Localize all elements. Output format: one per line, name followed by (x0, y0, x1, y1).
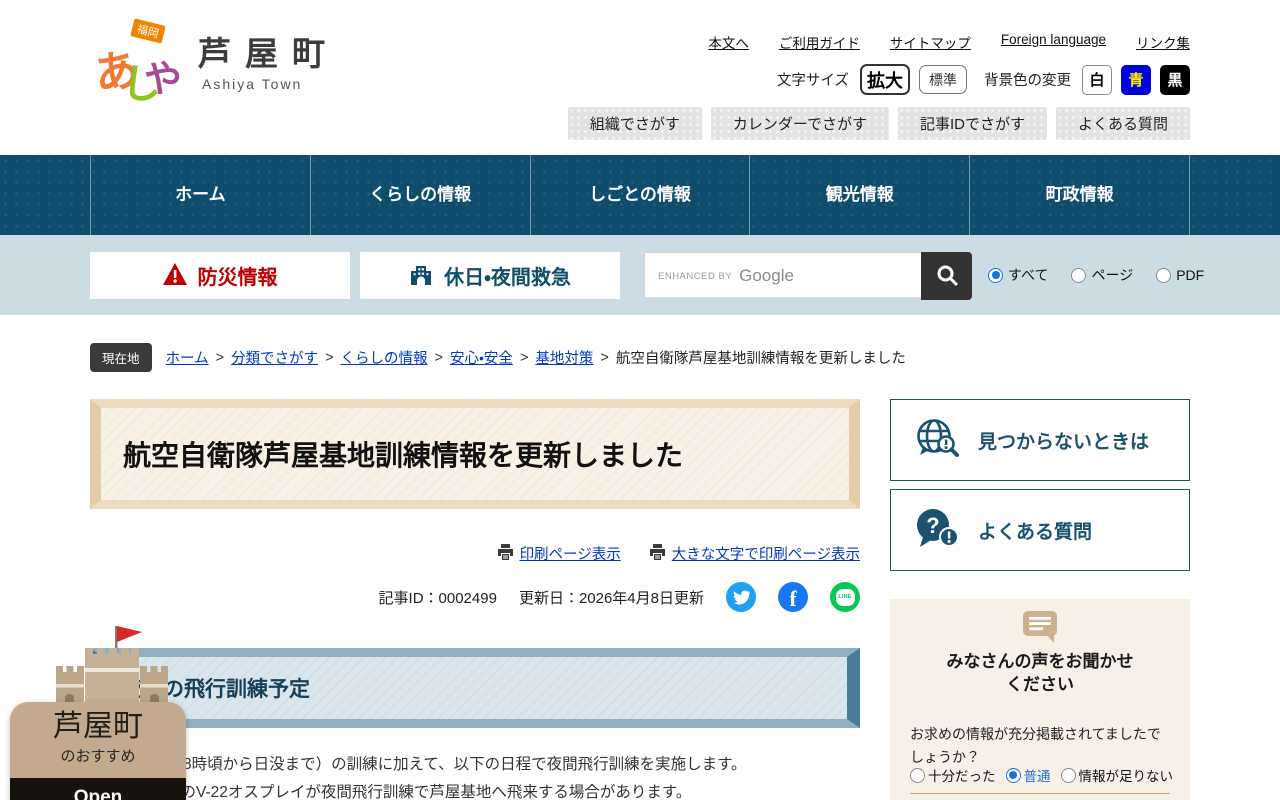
radio-all[interactable] (988, 267, 1003, 283)
scope-page[interactable]: ページ (1071, 265, 1133, 285)
survey-heading: みなさんの声をお聞かせください (946, 652, 1134, 694)
survey-divider (910, 793, 1170, 794)
search-by-org-button[interactable]: 組織でさがす (567, 107, 702, 140)
font-enlarge-button[interactable]: 拡大 (860, 64, 910, 95)
survey-options: 十分だった 普通 情報が足りない (910, 765, 1173, 785)
logo-pref-ribbon: 福岡 (130, 18, 166, 44)
faq-label: よくある質問 (978, 521, 1093, 543)
print-links: 印刷ページ表示 大きな文字で印刷ページ表示 (90, 543, 860, 564)
bg-blue-button[interactable]: 青 (1121, 64, 1151, 95)
recommend-box-label: 芦屋町 のおすすめ (10, 702, 186, 778)
search-by-calendar-button[interactable]: カレンダーでさがす (710, 107, 889, 140)
main-nav: ホーム くらしの情報 しごとの情報 観光情報 町政情報 (0, 155, 1280, 235)
survey-option-normal[interactable]: 普通 (1005, 765, 1051, 785)
bg-black-button[interactable]: 黒 (1160, 64, 1190, 95)
crumb-safety[interactable]: 安心・安全 (450, 347, 513, 368)
nav-item-government[interactable]: 町政情報 (970, 155, 1190, 235)
faq-button[interactable]: よくある質問 (1055, 107, 1190, 140)
facebook-share-icon[interactable]: f (778, 582, 808, 612)
article-meta: 記事ID：0002499 更新日：2026年4月8日更新 f LINE (90, 581, 860, 613)
twitter-share-icon[interactable] (726, 582, 756, 612)
radio-enough[interactable] (910, 767, 925, 783)
quick-search-buttons: 組織でさがす カレンダーでさがす 記事IDでさがす よくある質問 (567, 107, 1190, 140)
survey-option-insufficient[interactable]: 情報が足りない (1060, 765, 1173, 785)
svg-text:?: ? (926, 513, 939, 538)
sub-header-band: 防災情報 休日・夜間救急 enhanced by Google すべ (0, 235, 1280, 315)
page: 福岡 あ し や 芦屋町 Ashiya Town 本文へ ご利用ガイド サイトマ… (0, 0, 1280, 800)
crumb-current-page: 航空自衛隊芦屋基地訓練情報を更新しました (615, 351, 906, 367)
scope-all[interactable]: すべて (988, 265, 1048, 285)
radio-insufficient[interactable] (1060, 767, 1076, 783)
breadcrumb: 現在地 ホーム > 分類でさがす > くらしの情報 > 安心・安全 > 基地対策… (90, 343, 906, 372)
disaster-info-button[interactable]: 防災情報 (90, 252, 350, 299)
warning-icon (162, 263, 187, 288)
not-found-help-box[interactable]: 見つからないときは (890, 399, 1190, 481)
article-title-box: 航空自衛隊芦屋基地訓練情報を更新しました (90, 399, 860, 509)
font-standard-button[interactable]: 標準 (919, 65, 967, 94)
radio-page[interactable] (1071, 267, 1087, 283)
nav-item-living[interactable]: くらしの情報 (311, 155, 531, 235)
main-nav-items: ホーム くらしの情報 しごとの情報 観光情報 町政情報 (90, 155, 1190, 235)
logo-kana-ya: や (139, 55, 185, 104)
crumb-category[interactable]: 分類でさがす (231, 347, 318, 368)
recommend-sub-label: のおすすめ (60, 747, 136, 765)
page-title: 航空自衛隊芦屋基地訓練情報を更新しました (123, 440, 684, 471)
link-to-content[interactable]: 本文へ (708, 32, 749, 52)
scope-pdf[interactable]: PDF (1156, 267, 1204, 283)
bg-change-label: 背景色の変更 (984, 73, 1071, 89)
crumb-living[interactable]: くらしの情報 (341, 347, 428, 368)
town-logo-mark: 福岡 あ し や (91, 18, 185, 109)
site-title: 芦屋町 (198, 35, 339, 72)
site-logo[interactable]: 福岡 あ し や 芦屋町 Ashiya Town (91, 18, 339, 109)
print-page-link[interactable]: 印刷ページ表示 (497, 543, 621, 564)
globe-search-icon (913, 415, 961, 466)
hospital-icon (409, 263, 433, 288)
font-size-label: 文字サイズ (776, 73, 849, 89)
survey-question: お求めの情報が充分掲載されてましたでしょうか？ (910, 726, 1161, 766)
radio-normal[interactable] (1005, 767, 1021, 783)
recommend-open-button[interactable]: Open (10, 778, 186, 800)
current-location-badge: 現在地 (90, 343, 152, 372)
utility-links: 本文へ ご利用ガイド サイトマップ Foreign language リンク集 (708, 32, 1190, 52)
site-search-box: enhanced by Google (644, 252, 972, 300)
article-id: 記事ID：0002499 (378, 589, 497, 607)
display-controls: 文字サイズ 拡大 標準 背景色の変更 白 青 黒 (777, 64, 1190, 95)
link-links[interactable]: リンク集 (1136, 32, 1190, 52)
crumb-base-measures[interactable]: 基地対策 (535, 347, 593, 368)
recommend-town-name: 芦屋町 (53, 710, 143, 743)
survey-option-enough[interactable]: 十分だった (910, 765, 996, 785)
link-foreign-language[interactable]: Foreign language (1001, 32, 1106, 52)
updated-date: 更新日：2026年4月8日更新 (518, 589, 704, 607)
recommend-widget: 芦屋町 のおすすめ Open (10, 618, 186, 800)
feedback-survey: みなさんの声をお聞かせください お求めの情報が充分掲載されてましたでしょうか？ … (890, 599, 1190, 800)
bg-white-button[interactable]: 白 (1082, 64, 1112, 95)
not-found-label: 見つからないときは (978, 431, 1150, 453)
print-large-page-link[interactable]: 大きな文字で印刷ページ表示 (649, 543, 860, 564)
link-sitemap[interactable]: サイトマップ (890, 32, 971, 52)
question-answer-icon: ? (913, 506, 961, 555)
faq-box[interactable]: ? よくある質問 (890, 489, 1190, 571)
section-heading-box: 夜間の飛行訓練予定 (90, 648, 860, 728)
holiday-emergency-button[interactable]: 休日・夜間救急 (360, 252, 620, 299)
comment-icon (890, 610, 1190, 644)
search-scope-options: すべて ページ PDF (988, 235, 1204, 315)
crumb-home[interactable]: ホーム (166, 347, 209, 368)
radio-pdf[interactable] (1156, 267, 1172, 283)
search-submit-button[interactable] (921, 252, 972, 300)
printer-icon (497, 543, 514, 564)
logo-text: 芦屋町 Ashiya Town (198, 22, 339, 92)
article-paragraph: ※佐賀駐屯地のV-22オスプレイが夜間飛行訓練で芦屋基地へ飛来する場合があります… (90, 784, 692, 800)
search-by-article-id-button[interactable]: 記事IDでさがす (897, 107, 1047, 140)
recommend-box: 芦屋町 のおすすめ Open (10, 702, 186, 800)
printer-icon (649, 543, 666, 564)
site-subtitle: Ashiya Town (202, 76, 303, 93)
link-guide[interactable]: ご利用ガイド (779, 32, 860, 52)
nav-item-home[interactable]: ホーム (91, 155, 311, 235)
nav-item-tourism[interactable]: 観光情報 (750, 155, 971, 235)
search-icon (935, 263, 959, 290)
nav-item-work[interactable]: しごとの情報 (531, 155, 751, 235)
article-paragraph: 平日の日中（8時頃から日没まで）の訓練に加えて、以下の日程で夜間飛行訓練を実施し… (90, 756, 747, 773)
line-share-icon[interactable]: LINE (830, 582, 860, 612)
